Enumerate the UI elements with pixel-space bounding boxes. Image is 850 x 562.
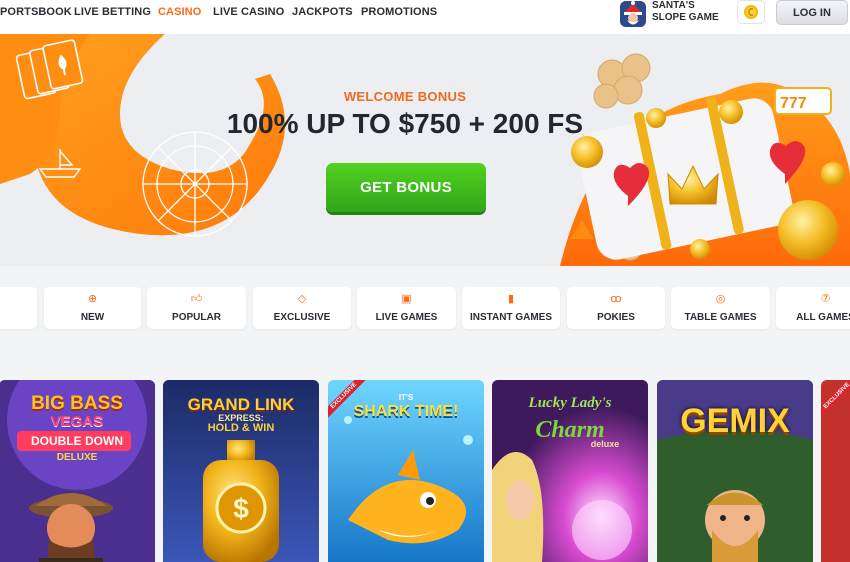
nav-item-casino[interactable]: CASINO: [158, 6, 201, 18]
nav-item-live-casino[interactable]: LIVE CASINO: [213, 6, 284, 18]
diamond-icon: ◇: [297, 293, 307, 305]
category-tab-pokies[interactable]: ꝏ POKIES: [567, 287, 665, 329]
category-tab-table-games[interactable]: ◎ TABLE GAMES: [671, 287, 770, 329]
category-tab-partial[interactable]: [0, 287, 37, 329]
game-title-line1: Lucky Lady's: [528, 395, 612, 411]
game-title-line3: DOUBLE DOWN: [31, 434, 123, 448]
cards-icon: ▣: [401, 293, 412, 305]
get-bonus-button[interactable]: GET BONUS: [326, 163, 486, 212]
game-tile-shark-time[interactable]: EXCLUSIVE IT'S SHARK TIME!: [328, 380, 484, 562]
thumbs-up-icon: 👍︎: [190, 293, 203, 305]
nav-item-live-betting[interactable]: LIVE BETTING: [74, 6, 151, 18]
game-tile-grand-link[interactable]: $ GRAND LINK EXPRESS: HOLD & WIN: [163, 380, 319, 562]
coin-button[interactable]: [737, 0, 765, 24]
plus-circle-icon: ⊕: [87, 293, 98, 305]
nav-item-jackpots[interactable]: JACKPOTS: [292, 6, 353, 18]
featured-game-line2: SLOPE GAME: [652, 12, 719, 23]
login-button[interactable]: LOG IN: [776, 0, 848, 25]
category-tab-exclusive[interactable]: ◇ EXCLUSIVE: [253, 287, 351, 329]
santa-avatar-icon: [620, 1, 646, 27]
nav-item-sportsbook[interactable]: PORTSBOOK: [0, 6, 72, 18]
game-title-line1: BIG BASS: [31, 393, 123, 414]
game-title-line3: HOLD & WIN: [207, 422, 275, 434]
category-label: EXCLUSIVE: [273, 312, 331, 323]
featured-game-line1: SANTA'S: [652, 0, 695, 11]
welcome-bonus-label: WELCOME BONUS: [343, 89, 467, 104]
category-label: INSTANT GAMES: [469, 312, 553, 323]
hero-banner: 777 WELCOME BONUS 100% UP TO $750 + 200 …: [0, 34, 850, 266]
category-tab-all-games[interactable]: ⑦ ALL GAMES: [776, 287, 850, 329]
game-title-line1: GEMIX: [680, 402, 790, 440]
category-label: ALL GAMES: [796, 312, 850, 323]
roulette-icon: ◎: [715, 293, 726, 305]
game-title-line2: Charm: [535, 417, 605, 443]
game-tile-big-bass[interactable]: BIG BASS VEGAS DOUBLE DOWN DELUXE: [0, 380, 155, 562]
category-tab-live-games[interactable]: ▣ LIVE GAMES: [357, 287, 456, 329]
hero-illustration: 777: [0, 34, 850, 266]
category-label: LIVE GAMES: [375, 312, 438, 323]
game-title-line4: DELUXE: [56, 452, 98, 463]
rocket-icon: ▮: [507, 293, 515, 305]
exclusive-badge: EXCLUSIVE: [821, 380, 850, 421]
top-navigation: PORTSBOOK LIVE BETTING CASINO LIVE CASIN…: [0, 0, 850, 34]
game-tile-lucky-ladys-charm[interactable]: Lucky Lady's Charm deluxe: [492, 380, 648, 562]
category-label: NEW: [80, 312, 105, 323]
game-tile-partial[interactable]: EXCLUSIVE: [821, 380, 850, 562]
cherries-icon: ꝏ: [610, 293, 622, 305]
category-label: POPULAR: [172, 312, 221, 323]
category-label: POKIES: [597, 312, 635, 323]
featured-game-title: SANTA'S SLOPE GAME: [652, 0, 732, 24]
seven-icon: ⑦: [820, 293, 831, 305]
category-tab-popular[interactable]: 👍︎ POPULAR: [147, 287, 246, 329]
bonus-headline: 100% UP TO $750 + 200 FS: [226, 108, 584, 139]
game-title-line1: GRAND LINK: [187, 395, 295, 414]
category-tab-instant-games[interactable]: ▮ INSTANT GAMES: [462, 287, 560, 329]
coin-icon: [744, 5, 758, 19]
featured-game-link[interactable]: SANTA'S SLOPE GAME: [618, 0, 730, 30]
game-title-line2: SHARK TIME!: [353, 403, 459, 420]
game-tile-gemix[interactable]: GEMIX: [657, 380, 813, 562]
category-label: TABLE GAMES: [684, 312, 757, 323]
game-title-line3: deluxe: [590, 439, 620, 449]
nav-item-promotions[interactable]: PROMOTIONS: [361, 6, 437, 18]
game-title-line2: VEGAS: [50, 413, 104, 430]
category-tab-new[interactable]: ⊕ NEW: [44, 287, 141, 329]
svg-text:$: $: [233, 493, 249, 524]
game-title-line1: IT'S: [398, 393, 414, 402]
